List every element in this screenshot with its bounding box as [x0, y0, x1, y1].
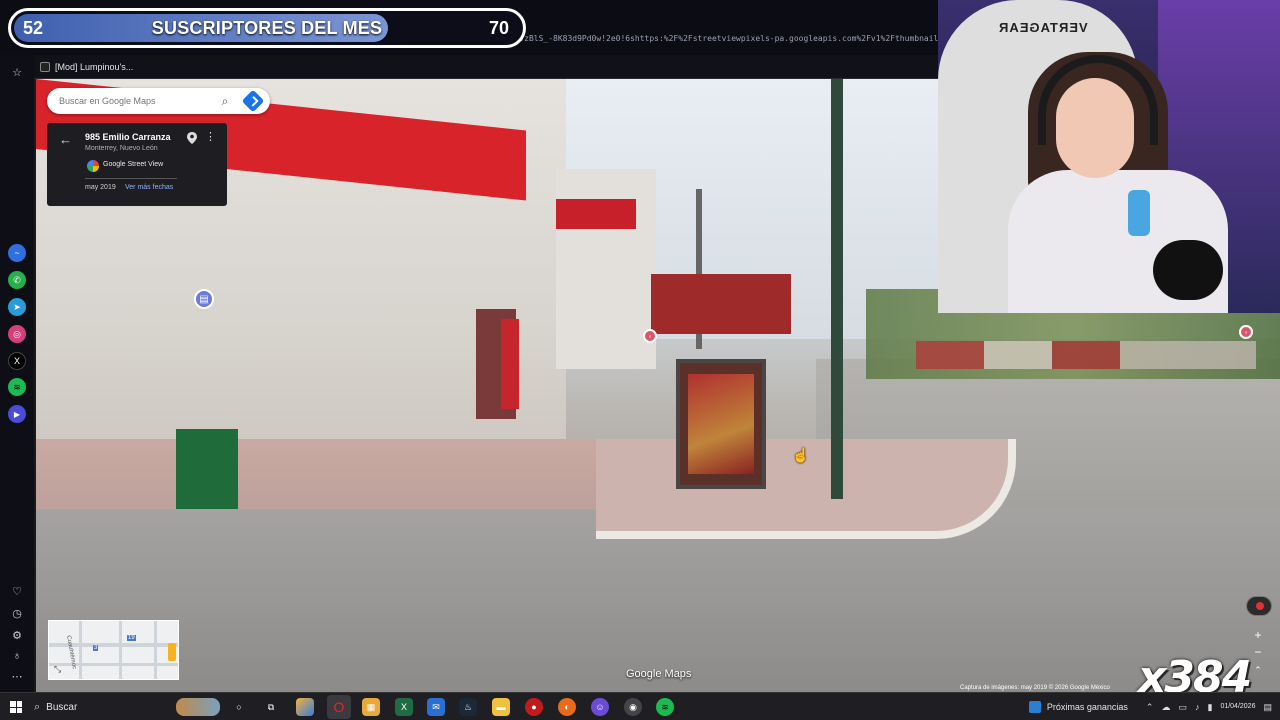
- firefox-icon[interactable]: ◐: [558, 698, 576, 716]
- browser-tab[interactable]: [Mod] Lumpinou's...: [40, 59, 133, 75]
- directions-icon[interactable]: [241, 89, 265, 113]
- store-icon[interactable]: ▦: [362, 698, 380, 716]
- subscriber-goal-bar: 52 SUSCRIPTORES DEL MES 70: [8, 8, 526, 48]
- browser-sidebar: ☆ ~ ✆ ➤ ◎ X ≋ ▶ ♡ ◷ ⚙ ♁ ⋯: [0, 55, 34, 692]
- mail-icon[interactable]: ✉: [427, 698, 445, 716]
- obs-icon[interactable]: ◉: [624, 698, 642, 716]
- google-street-view-icon: [87, 160, 99, 172]
- folder-icon[interactable]: ▬: [492, 698, 510, 716]
- kiosk-roof: [651, 274, 791, 334]
- back-arrow-icon[interactable]: ←: [59, 132, 72, 147]
- chevron-up-icon[interactable]: ⌃: [1146, 702, 1154, 713]
- more-icon[interactable]: ⋯: [8, 667, 26, 685]
- player-icon[interactable]: ▶: [8, 405, 26, 423]
- instagram-icon[interactable]: ◎: [8, 325, 26, 343]
- news-widget[interactable]: Próximas ganancias: [1028, 701, 1128, 713]
- minimap-route-marker: 19: [127, 635, 136, 641]
- maps-search-input[interactable]: [59, 88, 209, 114]
- volume-icon[interactable]: ♪: [1195, 702, 1200, 712]
- trash-bin: [176, 429, 238, 509]
- cloud-icon[interactable]: ☁: [1161, 702, 1170, 713]
- more-dates-link[interactable]: Ver más fechas: [125, 184, 173, 191]
- history-icon[interactable]: ◷: [8, 604, 26, 622]
- compass-icon[interactable]: [1246, 596, 1272, 616]
- news-label: Próximas ganancias: [1046, 702, 1128, 712]
- battery-icon[interactable]: ▮: [1207, 702, 1212, 713]
- parked-cars: [916, 341, 1256, 369]
- minimap-street: [119, 621, 122, 679]
- expand-icon[interactable]: ⤡: [54, 664, 61, 675]
- task-view-icon[interactable]: ⧉: [262, 698, 280, 716]
- windows-taskbar: ⌕ Buscar ○ ⧉ O ▦ X ✉ ♨ ▬ ● ◐ ☺ ◉ ≋ Próxi…: [0, 692, 1280, 720]
- heart-icon[interactable]: ♡: [8, 582, 26, 600]
- news-icon: [1028, 701, 1041, 713]
- network-icon[interactable]: ▭: [1178, 702, 1187, 713]
- search-icon[interactable]: ⌕: [217, 93, 233, 109]
- telegram-icon[interactable]: ➤: [8, 298, 26, 316]
- settings-icon[interactable]: ⚙: [8, 626, 26, 644]
- divider: [85, 178, 177, 179]
- hand-cursor-icon: ☝: [792, 447, 810, 463]
- excel-icon[interactable]: X: [395, 698, 413, 716]
- place-subtitle: Monterrey, Nuevo León: [85, 145, 158, 152]
- webcam-overlay: VERTAGEAR: [938, 0, 1280, 313]
- more-options-icon[interactable]: ⋮: [205, 130, 216, 143]
- spotify-icon[interactable]: ≋: [8, 378, 26, 396]
- building-red-band-2: [556, 199, 636, 229]
- kiosk-poster: [688, 374, 754, 474]
- zoom-in-icon[interactable]: +: [1250, 628, 1266, 642]
- water-bottle: [1128, 190, 1150, 236]
- app-red-icon[interactable]: ●: [525, 698, 543, 716]
- messenger-icon[interactable]: ~: [8, 244, 26, 262]
- x-icon[interactable]: X: [8, 352, 26, 370]
- capture-date: may 2019: [85, 184, 116, 191]
- copilot-icon[interactable]: [296, 698, 314, 716]
- tab-title: [Mod] Lumpinou's...: [55, 62, 134, 72]
- minimap-street: [79, 621, 82, 679]
- subscriber-goal-max: 70: [488, 17, 509, 38]
- location-pin-icon[interactable]: [187, 132, 197, 144]
- clock[interactable]: 01/04/2026: [1220, 702, 1255, 712]
- whatsapp-icon[interactable]: ✆: [8, 271, 26, 289]
- maps-search-box: ⌕: [47, 88, 270, 114]
- traffic-pole: [831, 79, 843, 499]
- steam-icon[interactable]: ♨: [459, 698, 477, 716]
- discord-icon[interactable]: ☺: [591, 698, 609, 716]
- notifications-icon[interactable]: ▤: [1263, 702, 1272, 713]
- tab-strip: [Mod] Lumpinou's...: [0, 55, 940, 79]
- place-marker-icon[interactable]: ◦: [643, 329, 657, 343]
- clock-date: 01/04/2026: [1220, 703, 1256, 710]
- place-marker-icon[interactable]: ▤: [194, 289, 214, 309]
- building-door-red: [501, 319, 519, 409]
- microphone: [1153, 240, 1223, 300]
- subscriber-goal-label: SUSCRIPTORES DEL MES: [151, 17, 383, 38]
- zoom-out-icon[interactable]: −: [1250, 645, 1266, 659]
- minimap-route-marker: 3: [93, 645, 99, 651]
- spotify-icon[interactable]: ≋: [656, 698, 674, 716]
- google-maps-watermark: Google Maps: [626, 668, 692, 680]
- place-title: 985 Emilio Carranza: [85, 132, 171, 142]
- opera-icon[interactable]: O: [330, 698, 348, 716]
- search-icon: ⌕: [34, 700, 41, 713]
- lightbulb-icon[interactable]: ♁: [8, 647, 26, 665]
- system-tray: Próximas ganancias ⌃ ☁ ▭ ♪ ▮ 01/04/2026 …: [1028, 693, 1280, 720]
- map-attribution: Captura de imágenes: may 2019 © 2026 Goo…: [960, 685, 1110, 691]
- chair-brand: VERTAGEAR: [998, 20, 1088, 35]
- minimap-street: [154, 621, 157, 679]
- collapse-icon[interactable]: ⌃: [1250, 663, 1266, 677]
- taskbar-widget-icon[interactable]: [176, 698, 220, 716]
- source-label: Google Street View: [103, 161, 164, 168]
- task-view-circle-icon[interactable]: ○: [230, 698, 248, 716]
- pegman-icon: [168, 643, 176, 661]
- minimap[interactable]: Cuauhtémoc 19 3 ⤡: [48, 620, 179, 680]
- taskbar-search[interactable]: ⌕ Buscar: [34, 696, 169, 718]
- windows-start-icon[interactable]: [10, 701, 22, 713]
- taskbar-search-label: Buscar: [46, 701, 78, 713]
- home-icon[interactable]: ☆: [8, 63, 26, 81]
- tab-favicon-icon: [40, 62, 50, 72]
- stream-frame: ▤ ◦ ◦ 3.37t/data=!3m7!1e1!3m5!1swtbCVVzB…: [0, 0, 1280, 720]
- place-marker-icon[interactable]: ◦: [1239, 325, 1253, 339]
- place-info-card: ← 985 Emilio Carranza Monterrey, Nuevo L…: [47, 123, 227, 206]
- minimap-street: [49, 663, 178, 666]
